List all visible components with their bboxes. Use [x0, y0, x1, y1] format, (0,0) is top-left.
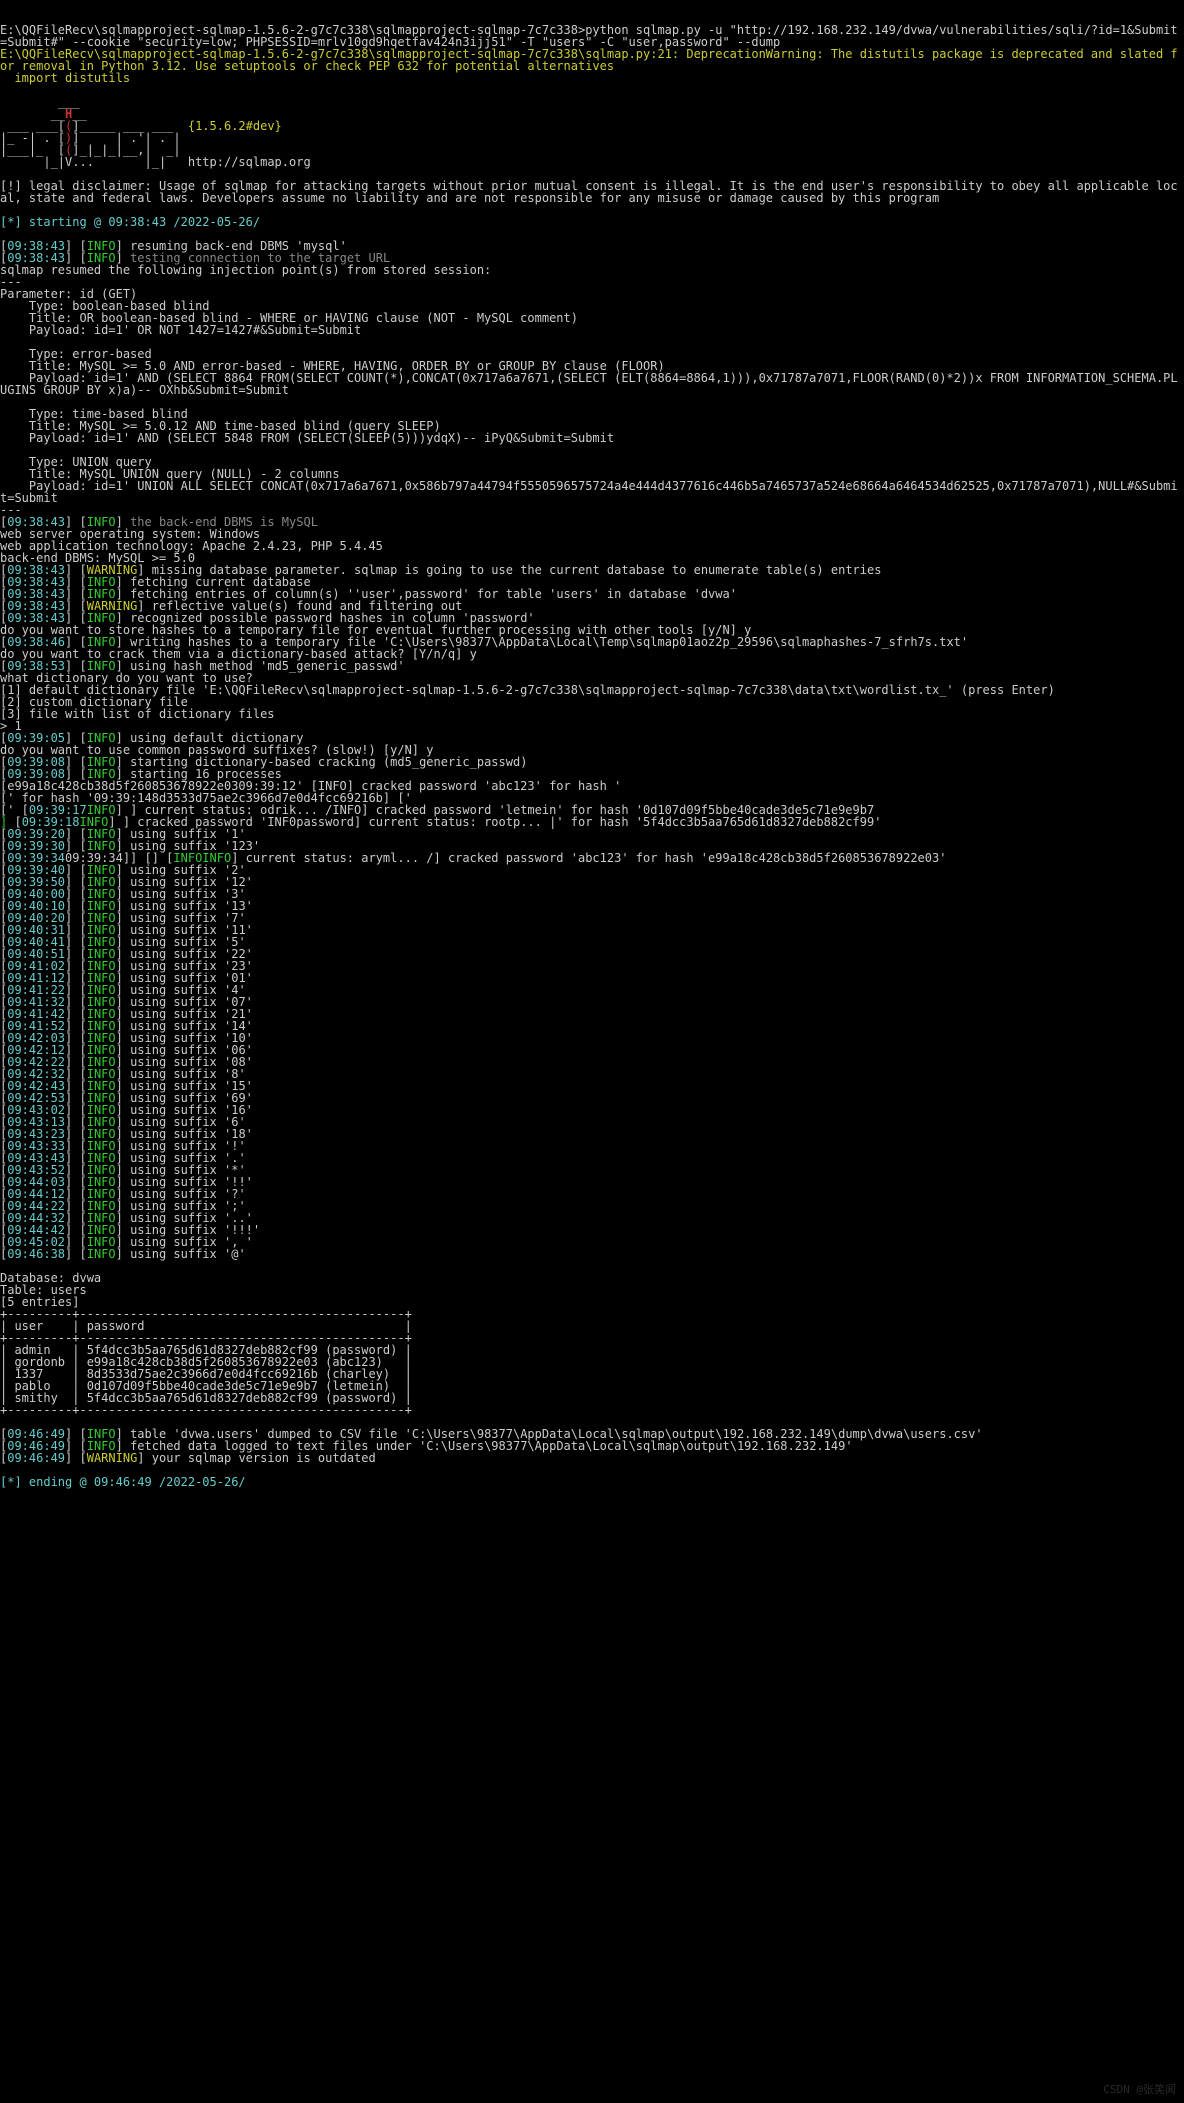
ending: [*] ending @ 09:46:49 /2022-05-26/ [0, 1475, 246, 1489]
watermark: CSDN @张笑闻 [1103, 2084, 1176, 2095]
legal: [!] legal disclaimer: Usage of sqlmap fo… [0, 179, 1178, 205]
cmdline: E:\QQFileRecv\sqlmapproject-sqlmap-1.5.6… [0, 23, 1178, 49]
terminal-output: E:\QQFileRecv\sqlmapproject-sqlmap-1.5.6… [0, 24, 1184, 1488]
suffix-list: [09:39:20] [INFO] using suffix '1' [09:3… [0, 827, 946, 1261]
sqlmap-logo: ___ __H__ ___ ___[(]_____ ___ ___ {1.5.6… [0, 96, 311, 168]
start: [*] starting @ 09:38:43 /2022-05-26/ [0, 215, 260, 229]
depwarn: E:\QQFileRecv\sqlmapproject-sqlmap-1.5.6… [0, 47, 1178, 73]
